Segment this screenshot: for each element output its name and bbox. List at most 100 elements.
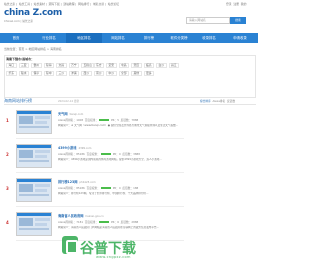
- site-title-row: 海南省人民政府网 hainan.gov.cn: [58, 213, 104, 218]
- baidu-rank-bar: [100, 187, 111, 189]
- top-link[interactable]: 站长素材: [34, 2, 45, 6]
- city-filter-tag[interactable]: 文昌: [56, 63, 67, 68]
- top-link[interactable]: 站长之家: [4, 2, 15, 6]
- city-filter-tag[interactable]: 万宁: [68, 63, 80, 68]
- sort-options: 综合排序 Alexa排名 反链数: [200, 99, 235, 103]
- city-filter-tag[interactable]: 临高: [143, 63, 155, 68]
- backlinks-label: 反链数：: [122, 186, 134, 190]
- site-url[interactable]: tianqi.com: [70, 113, 84, 116]
- item-divider: [16, 206, 184, 207]
- site-description: 网站简介：海南省人民政府门户网站是海南省人民政府在互联网上的政务信息发布平台..…: [58, 226, 160, 229]
- rank-number: 4: [6, 220, 9, 225]
- city-filter-tag[interactable]: 三沙: [56, 71, 67, 76]
- nav-industry[interactable]: 行业排名: [34, 33, 64, 43]
- city-filter-tag[interactable]: 洋浦: [68, 71, 80, 76]
- top-link[interactable]: 建站教程: [63, 2, 74, 6]
- site-logo[interactable]: china Z.com: [4, 9, 62, 18]
- city-filter-tag[interactable]: 更多: [143, 71, 155, 76]
- city-filter-tag[interactable]: 琼海: [43, 63, 55, 68]
- city-filter-panel: [4, 55, 256, 98]
- city-filter-tag[interactable]: 乐东: [6, 71, 17, 76]
- site-description: 网站简介：★ 天气网（www.tianqi.com）● 提供全国及世界各大城市天…: [58, 124, 179, 127]
- site-thumbnail[interactable]: [16, 144, 52, 168]
- site-metrics: Alexa周排名：85186 百度权重： PR：0 反链数：3888: [58, 152, 140, 156]
- my-link[interactable]: 我的: [241, 2, 247, 6]
- section-date: 2024-02-14 更新: [58, 100, 80, 103]
- site-metrics: Alexa周排名：1008 百度权重： PR：5 反链数：7888: [58, 118, 138, 122]
- site-title-link[interactable]: 4399小游戏: [58, 146, 76, 150]
- city-filter-tag[interactable]: 东方: [93, 63, 105, 68]
- nav-region[interactable]: 地区排名: [66, 33, 102, 43]
- top-link[interactable]: 网站排行: [78, 2, 89, 6]
- nav-leaderboard[interactable]: 排行榜: [136, 33, 162, 43]
- nav-apply[interactable]: 申请收录: [224, 33, 256, 43]
- city-filter-tag[interactable]: 西沙: [81, 71, 92, 76]
- site-description: 网站简介：4399小游戏是国内领先的休闲游戏网站，提供4399小游戏大全、双人小…: [58, 158, 162, 161]
- city-filter-tag[interactable]: 五指山: [81, 63, 95, 68]
- sort-default[interactable]: 综合排序: [200, 99, 211, 103]
- city-filter-tag[interactable]: 屯昌: [118, 63, 130, 68]
- baidu-rank-label: 百度权重：: [84, 118, 99, 122]
- alexa-label: Alexa周排名：: [58, 118, 77, 122]
- city-filter-tag[interactable]: 琼中: [43, 71, 55, 76]
- alexa-value: 85186: [76, 186, 85, 190]
- alexa-value: 85186: [76, 152, 85, 156]
- search-input[interactable]: 请输入网站名: [186, 17, 230, 24]
- nav-site-rank[interactable]: 网站排名: [104, 33, 132, 43]
- city-filter-tag[interactable]: 昌江: [168, 63, 180, 68]
- nav-included[interactable]: 收录排名: [196, 33, 222, 43]
- top-link[interactable]: 源码下载: [48, 2, 59, 6]
- top-link[interactable]: 域名交易: [93, 2, 104, 6]
- sort-alexa[interactable]: Alexa排名: [212, 99, 225, 103]
- site-url[interactable]: phb123.com: [79, 181, 95, 184]
- baidu-rank-label: 百度权重：: [86, 152, 100, 156]
- site-metrics: Alexa周排名：7181 百度权重： PR：6 反链数：2888: [58, 220, 138, 224]
- backlinks-value: 7888: [131, 118, 139, 122]
- site-title-link[interactable]: 海南省人民政府网: [58, 214, 84, 218]
- city-filter-tag[interactable]: 中沙: [106, 71, 117, 76]
- city-filter-tag[interactable]: 全部: [118, 71, 130, 76]
- city-filter-tag[interactable]: 南沙: [93, 71, 105, 76]
- register-link[interactable]: 注册: [233, 2, 239, 6]
- city-filter-tag[interactable]: 儋州: [31, 63, 42, 68]
- nav-home[interactable]: 首页: [2, 33, 30, 43]
- item-divider: [16, 138, 184, 139]
- city-filter-tag[interactable]: 澄迈: [131, 63, 142, 68]
- city-filter-tag[interactable]: 三亚: [18, 63, 30, 68]
- city-filter-tag[interactable]: 白沙: [156, 63, 167, 68]
- top-link[interactable]: 站长工具: [19, 2, 30, 6]
- city-filter-tag[interactable]: 陵水: [18, 71, 30, 76]
- alexa-label: Alexa周排名：: [58, 220, 77, 224]
- section-divider: [4, 104, 256, 105]
- top-link[interactable]: 站长论坛: [108, 2, 119, 6]
- city-filter-tag[interactable]: 保亭: [31, 71, 42, 76]
- baidu-rank-bar: [99, 119, 110, 121]
- site-thumbnail[interactable]: [16, 178, 52, 202]
- site-url[interactable]: 4399.com: [78, 147, 91, 150]
- rank-number: 2: [6, 152, 9, 157]
- rank-number: 1: [6, 118, 9, 123]
- site-metrics: Alexa周排名：85186 百度权重： PR：0 反链数：188: [58, 186, 138, 190]
- site-description: 网站简介：排行榜123网，专注于世界排行榜、中国排行榜、十大品牌排行榜...: [58, 192, 149, 195]
- sort-backlinks[interactable]: 反链数: [227, 99, 235, 103]
- site-title-row: 4399小游戏 4399.com: [58, 145, 91, 150]
- site-thumbnail[interactable]: [16, 212, 52, 236]
- search-button[interactable]: 搜索: [230, 17, 246, 24]
- site-title-link[interactable]: 排行榜123网: [58, 180, 77, 184]
- city-filter-tag[interactable]: 定安: [106, 63, 117, 68]
- breadcrumb: 当前位置：首页 > 地区网站排名 > 海南排名: [4, 47, 62, 51]
- nav-software[interactable]: 软件分类榜: [164, 33, 194, 43]
- site-thumbnail[interactable]: [16, 110, 52, 134]
- site-title-row: 排行榜123网 phb123.com: [58, 179, 96, 184]
- site-url[interactable]: hainan.gov.cn: [86, 215, 104, 218]
- city-filter-title: 海南下辖市/县城市：: [6, 57, 35, 61]
- baidu-rank-bar: [100, 153, 111, 155]
- alexa-label: Alexa周排名：: [58, 186, 77, 190]
- login-link[interactable]: 登录: [226, 2, 232, 6]
- city-filter-tag[interactable]: 海口: [6, 63, 17, 68]
- watermark-logo-icon: [62, 236, 78, 254]
- site-title-link[interactable]: 天气网: [58, 112, 68, 116]
- city-filter-tag[interactable]: 其他: [131, 71, 142, 76]
- backlinks-label: 反链数：: [122, 152, 134, 156]
- pr-value: 0: [118, 152, 121, 156]
